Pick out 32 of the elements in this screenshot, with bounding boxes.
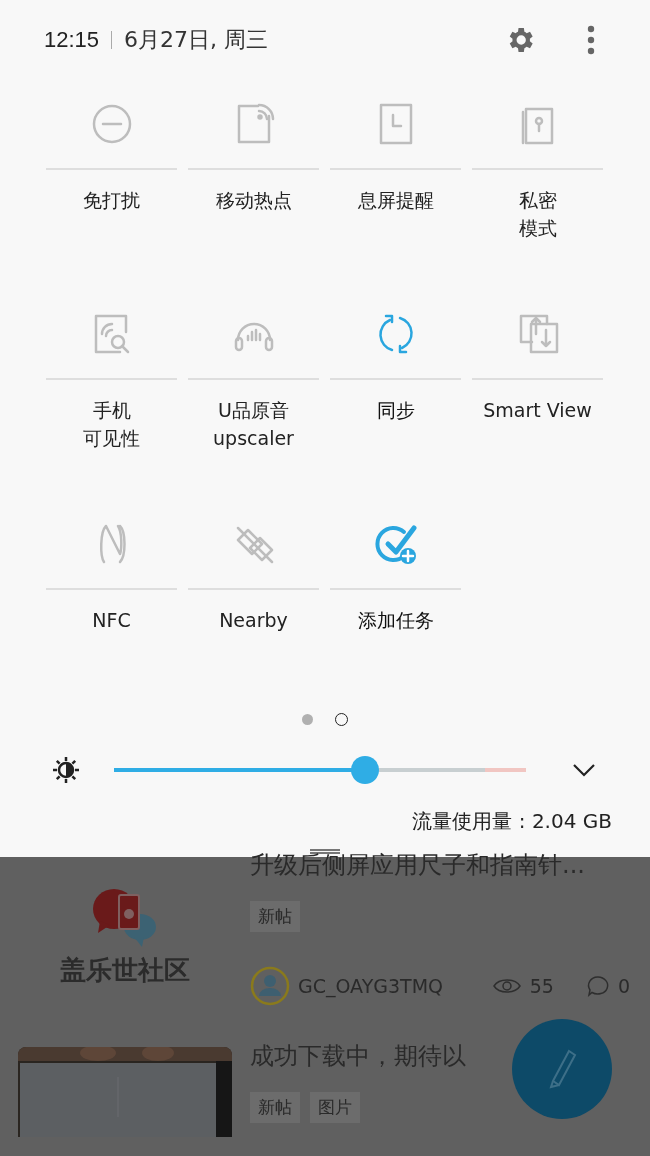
post-tag: 图片: [310, 1092, 360, 1123]
post-tag: 新帖: [250, 901, 300, 932]
tile-label[interactable]: Smart View: [483, 396, 592, 424]
slider-thumb[interactable]: [351, 756, 380, 784]
tile-label[interactable]: 私密: [518, 186, 557, 214]
pencil-icon: [547, 1049, 577, 1089]
tile-label[interactable]: 免打扰: [83, 186, 140, 214]
tile-label[interactable]: 同步: [376, 396, 415, 424]
tile-label[interactable]: Nearby: [219, 606, 288, 634]
post-tag: 新帖: [250, 1092, 300, 1123]
tile-label[interactable]: 移动热点: [215, 186, 292, 214]
tile-label[interactable]: 息屏提醒: [357, 186, 434, 214]
tile-label[interactable]: 可见性: [83, 424, 140, 452]
tile-label[interactable]: upscaler: [213, 424, 294, 452]
brightness-icon: [52, 756, 80, 784]
drag-handle[interactable]: [310, 849, 340, 854]
comment-icon: [585, 975, 610, 997]
tile-label[interactable]: 模式: [518, 214, 557, 242]
eye-icon: [491, 976, 522, 996]
tile-label[interactable]: 手机: [92, 396, 131, 424]
check-add-icon[interactable]: [373, 522, 418, 566]
data-usage-text: 流量使用量 : 2.04 GB: [412, 808, 612, 835]
clock: 12:15: [44, 27, 100, 53]
chevron-down-icon[interactable]: [572, 763, 596, 777]
tile-label[interactable]: NFC: [92, 606, 131, 634]
brightness-slider[interactable]: [114, 756, 526, 784]
chat-bubbles-icon: [92, 886, 158, 949]
tile-label[interactable]: U品原音: [218, 396, 289, 424]
tile-label[interactable]: 添加任务: [357, 606, 434, 634]
date: 6月27日, 周三: [124, 26, 269, 54]
more-options-icon[interactable]: [586, 24, 596, 56]
avatar-icon: [250, 966, 290, 1006]
